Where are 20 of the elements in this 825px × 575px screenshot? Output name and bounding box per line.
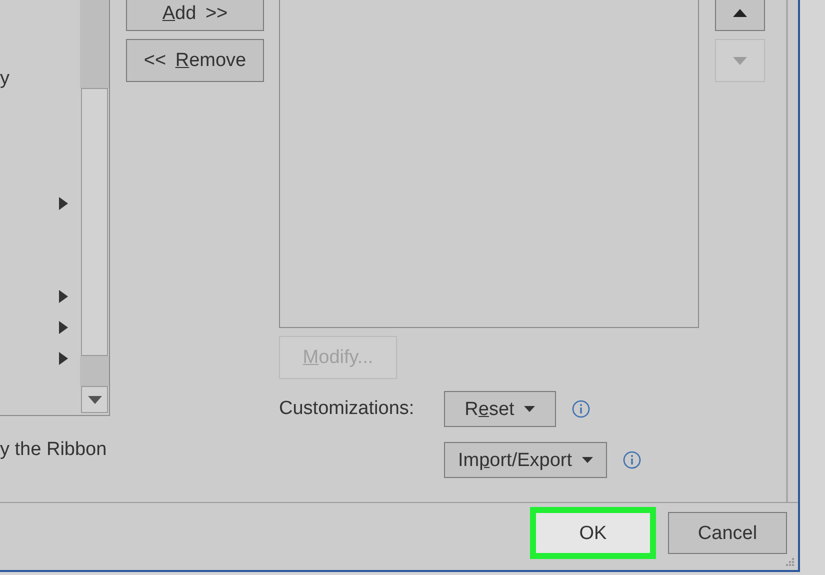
down-arrow-icon <box>733 56 747 64</box>
up-arrow-icon <box>733 9 747 17</box>
resize-grip-icon <box>785 557 795 567</box>
info-icon <box>623 451 641 469</box>
customizations-label: Customizations: <box>279 396 416 421</box>
cancel-button[interactable]: Cancel <box>668 512 787 554</box>
info-icon <box>572 400 590 418</box>
scroll-down-button[interactable] <box>81 386 108 413</box>
scrollbar-thumb[interactable] <box>81 88 108 356</box>
add-button[interactable]: Add >> <box>126 0 264 31</box>
caret-icon <box>524 406 536 412</box>
caret-icon <box>582 457 594 463</box>
remove-button[interactable]: << Remove <box>126 39 264 82</box>
list-caption: y the Ribbon <box>0 438 107 462</box>
caret-icon <box>88 396 102 404</box>
move-up-button[interactable] <box>715 0 765 31</box>
import-export-button[interactable]: Import/Export <box>444 442 607 478</box>
list-item-text[interactable]: y <box>0 65 10 94</box>
ok-button[interactable]: OK <box>530 507 656 560</box>
reset-button[interactable]: Reset <box>444 391 556 427</box>
